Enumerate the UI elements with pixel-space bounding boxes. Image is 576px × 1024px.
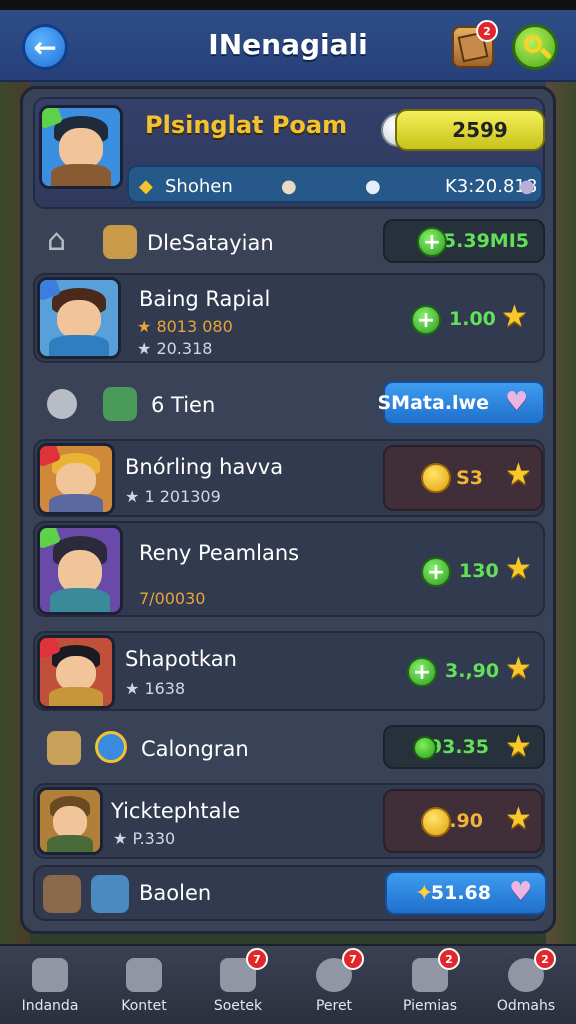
row-avatar [37,443,115,515]
bow-icon [47,731,81,765]
butterfly-icon [126,958,162,992]
nav-item-home[interactable]: Indanda [2,954,98,1024]
leaderboard-panel: Plsinglat Poam 2599 ◆ Shohen ● ● K3:20.8… [20,86,556,934]
list-item[interactable]: Baolen ✦ 51.68 ♥ [33,865,547,921]
nav-item-puzzle[interactable]: 2 Piemias [382,948,478,1024]
gem-icon: ● [519,176,535,197]
nav-item-profile[interactable]: 2 Odmahs [478,948,574,1024]
plus-icon: + [417,227,447,257]
notification-badge: 2 [476,20,498,42]
list-item[interactable]: Yicktephtale ★ P.330 ..90 ★ [33,783,545,859]
trophy-icon [47,389,77,419]
top-header: ← INenagiali 2 [0,10,576,82]
row-value-pill: ✦ 51.68 ♥ [385,871,547,915]
row-subtitle: ★ P.330 [113,829,176,848]
notification-badge: 7 [342,948,364,970]
nav-item-contacts[interactable]: Kontet [96,954,192,1024]
shield-icon: ◆ [139,176,153,197]
list-item[interactable]: ⌂ DleSatayian + 5.39MI5 [33,215,545,271]
row-avatar [37,525,123,615]
status-bar [0,0,576,10]
arrow-left-icon: ← [33,30,57,64]
plus-icon: + [421,557,451,587]
coin-icon [421,807,451,837]
spark-icon: ✦ [415,881,434,906]
row-value-pill: 93.35 ★ [383,725,545,769]
player-profile-card: Plsinglat Poam 2599 ◆ Shohen ● ● K3:20.8… [33,97,545,209]
row-subtitle: ★ 1638 [125,679,186,698]
notification-badge: 2 [534,948,556,970]
list-item[interactable]: Bnórling havva ★ 1 201309 S3 ★ [33,439,545,517]
cloud-icon: ● [365,176,381,197]
player-avatar[interactable] [39,105,123,189]
nav-item-settings[interactable]: 7 Peret [286,948,382,1024]
plus-icon: + [407,657,437,687]
star-icon: ★ [505,457,532,492]
star-icon: ★ [501,299,528,334]
page-title: INenagiali [208,28,368,61]
notification-badge: 2 [438,948,460,970]
profile-stats-bar: ◆ Shohen ● ● K3:20.818 ● [127,165,543,203]
bottom-navigation: Indanda Kontet 7 Soetek 7 Peret 2 Piemia… [0,944,576,1024]
shell-icon: ● [281,176,297,197]
row-avatar [37,277,121,359]
list-item[interactable]: Baing Rapial ★ 8013 080 ★ 20.318 + 1.00 … [33,273,545,363]
hero-icon [103,387,137,421]
heart-icon: ♥ [509,877,533,907]
list-item[interactable]: 6 Tien SMata.lwe ♥ [33,377,545,433]
player-score: 2599 [395,109,545,151]
character-icon [43,875,81,913]
row-value-pill: SMata.lwe ♥ [378,381,545,425]
star-icon: ★ [505,729,532,764]
row-subtitle: ★ 8013 080 [137,317,233,336]
coin-icon [421,463,451,493]
list-item[interactable]: Shapotkan ★ 1638 + 3.,90 ★ [33,631,545,711]
star-icon: ★ [505,651,532,686]
player-name: Plsinglat Poam [145,111,348,139]
row-subtitle: ★ 20.318 [137,339,213,358]
row-avatar [37,787,103,855]
list-item[interactable]: Reny Peamlans 7/00030 + 130 ★ [33,521,545,617]
search-button[interactable] [512,24,558,70]
nav-item-news[interactable]: 7 Soetek [190,948,286,1024]
list-item[interactable]: Calongran 93.35 ★ [33,721,545,777]
row-subtitle: ★ 1 201309 [125,487,221,506]
home-icon [32,958,68,992]
house-icon: ⌂ [47,223,67,258]
notification-badge: 7 [246,948,268,970]
compass-icon [95,731,127,763]
row-value-pill: + 5.39MI5 [383,219,545,263]
row-avatar [37,635,115,709]
character-icon [91,875,129,913]
search-icon [524,35,542,53]
star-icon: ★ [505,801,532,836]
knight-icon [103,225,137,259]
star-icon: ★ [505,551,532,586]
chest-button[interactable]: 2 [452,20,498,68]
back-button[interactable]: ← [22,24,68,70]
plus-icon: + [411,305,441,335]
heart-icon: ♥ [505,387,529,417]
gem-icon [413,736,437,760]
